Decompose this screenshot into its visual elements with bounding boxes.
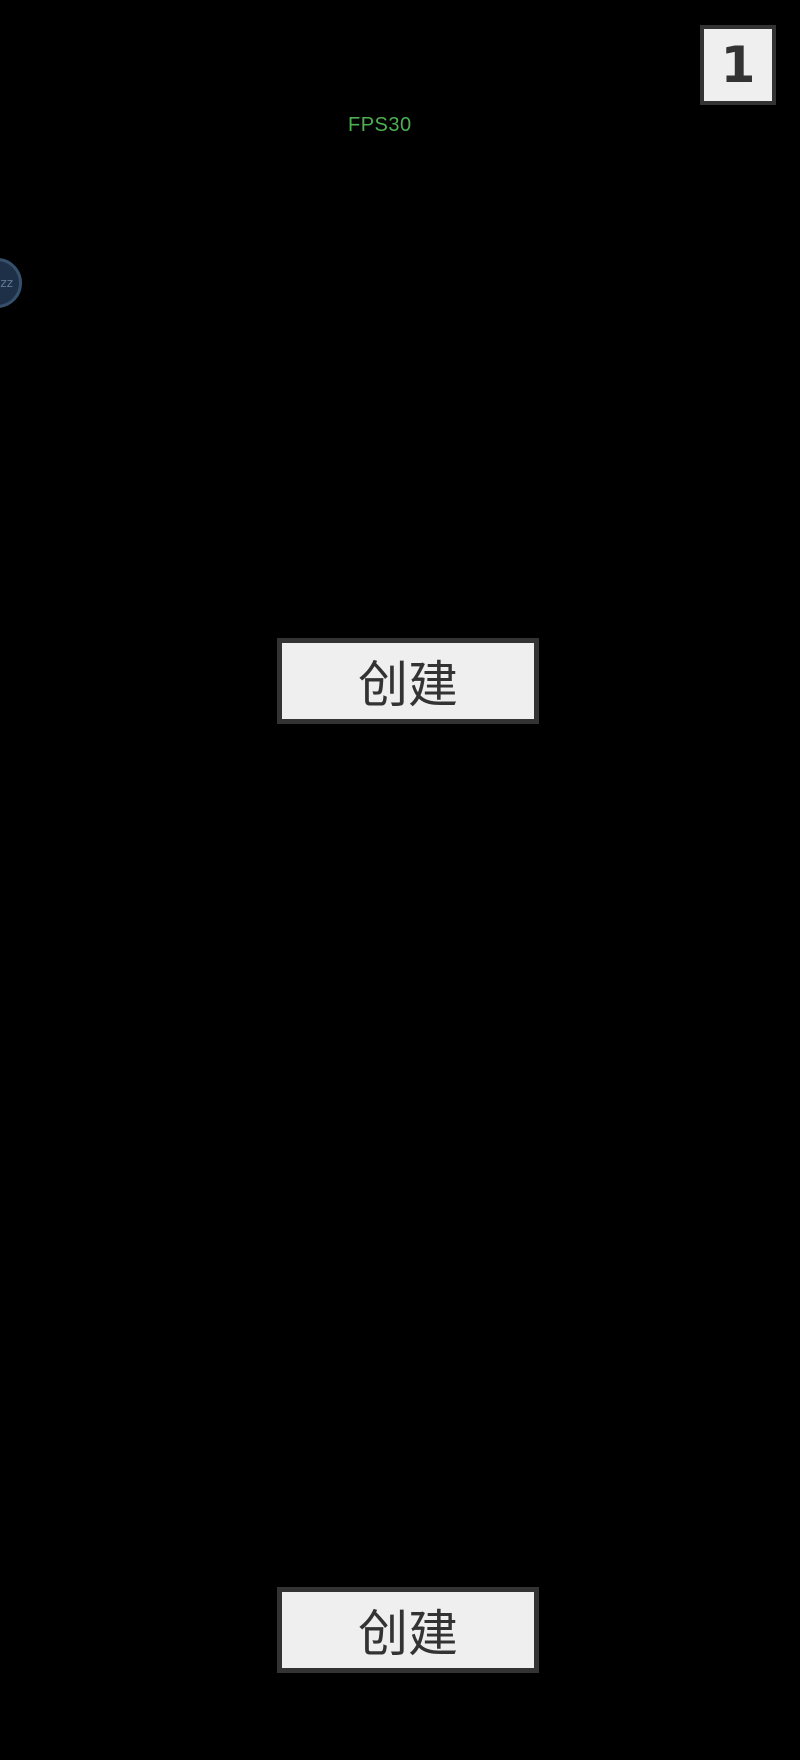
fps-counter: FPS30	[348, 114, 412, 136]
create-button-bottom-label: 创建	[358, 1605, 458, 1663]
create-button-top[interactable]: 创建	[277, 638, 539, 724]
count-badge[interactable]: 1	[700, 25, 776, 105]
create-button-top-label: 创建	[358, 656, 458, 714]
floating-assistant-bubble[interactable]: zz	[0, 258, 22, 308]
create-button-bottom[interactable]: 创建	[277, 1587, 539, 1673]
floating-bubble-label: zz	[0, 276, 13, 290]
